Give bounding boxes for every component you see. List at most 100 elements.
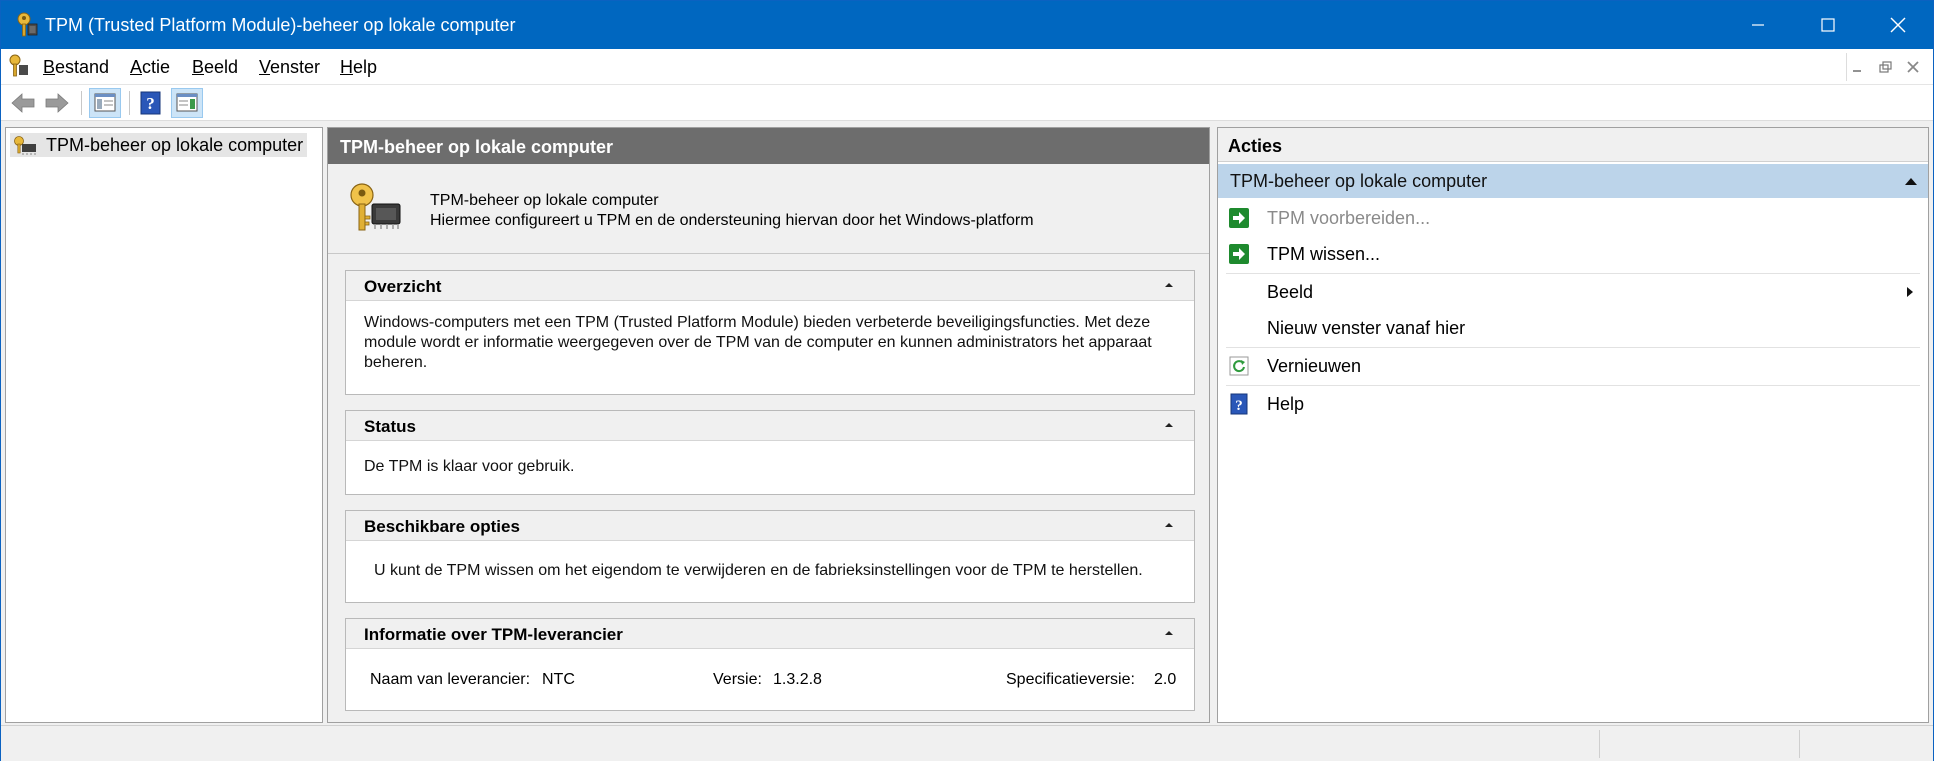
system-menu-icon[interactable] xyxy=(7,54,29,78)
show-hide-action-pane-button[interactable] xyxy=(171,88,203,118)
menu-help-label: elp xyxy=(353,57,378,77)
tree-item-label: TPM-beheer op lokale computer xyxy=(46,134,304,155)
action-help-label: Help xyxy=(1267,394,1305,414)
menu-bar: Bestand Actie Beeld Venster Help xyxy=(1,49,1933,85)
section-options-header[interactable]: Beschikbare opties xyxy=(346,511,1194,541)
section-overview-header[interactable]: Overzicht xyxy=(346,271,1194,301)
title-bar[interactable]: TPM (Trusted Platform Module)-beheer op … xyxy=(1,1,1933,49)
results-pane-body: TPM-beheer op lokale computer Hiermee co… xyxy=(328,164,1209,722)
menu-actie-label: ctie xyxy=(142,57,171,77)
console-tree-icon xyxy=(94,93,116,112)
action-clear-tpm-label: TPM wissen... xyxy=(1267,244,1381,264)
tree-item-tpm-management[interactable]: TPM-beheer op lokale computer xyxy=(10,133,308,157)
menu-bestand-accel: B xyxy=(43,57,56,77)
action-view[interactable]: Beeld xyxy=(1218,274,1928,310)
show-hide-tree-button[interactable] xyxy=(89,88,121,118)
toolbar-separator xyxy=(81,91,82,115)
collapse-caret-icon[interactable] xyxy=(1164,629,1174,637)
close-button[interactable] xyxy=(1863,1,1933,49)
submenu-arrow-icon xyxy=(1907,287,1913,297)
section-status-title: Status xyxy=(364,417,416,436)
vendor-version-value: 1.3.2.8 xyxy=(773,671,822,688)
collapse-caret-icon[interactable] xyxy=(1164,521,1174,529)
tpm-snapin-icon xyxy=(14,136,36,155)
tpm-key-icon xyxy=(17,12,38,37)
green-arrow-icon xyxy=(1229,208,1249,228)
menu-venster[interactable]: Venster xyxy=(259,57,320,78)
mmc-window: TPM (Trusted Platform Module)-beheer op … xyxy=(0,0,1934,761)
snapin-intro: TPM-beheer op lokale computer Hiermee co… xyxy=(328,164,1209,254)
window-title: TPM (Trusted Platform Module)-beheer op … xyxy=(45,15,516,35)
toolbar: ? xyxy=(1,85,1933,121)
actions-group-title: TPM-beheer op lokale computer xyxy=(1230,171,1488,191)
intro-description: Hiermee configureert u TPM en de onderst… xyxy=(430,212,1034,229)
section-overview-title: Overzicht xyxy=(364,277,442,296)
status-bar-separator xyxy=(1799,730,1800,758)
section-vendor-info: Informatie over TPM-leverancier Naam van… xyxy=(345,618,1195,711)
refresh-icon xyxy=(1229,356,1249,376)
vendor-info-row: Naam van leverancier: NTC Versie: 1.3.2.… xyxy=(346,669,1194,693)
console-tree-pane[interactable]: TPM-beheer op lokale computer xyxy=(5,127,323,723)
section-options-body: U kunt de TPM wissen om het eigendom te … xyxy=(374,562,1143,579)
menu-help[interactable]: Help xyxy=(340,57,377,78)
vendor-version-label: Versie: xyxy=(713,671,762,688)
svg-text:?: ? xyxy=(1235,398,1243,414)
menu-beeld[interactable]: Beeld xyxy=(192,57,238,78)
menu-venster-label: enster xyxy=(270,57,321,77)
collapse-caret-icon[interactable] xyxy=(1164,421,1174,429)
section-overview: Overzicht Windows-computers met een TPM … xyxy=(345,270,1195,395)
section-vendor-header[interactable]: Informatie over TPM-leverancier xyxy=(346,619,1194,649)
svg-text:?: ? xyxy=(146,94,155,113)
menu-bestand-label: estand xyxy=(55,57,110,77)
action-new-window-label: Nieuw venster vanaf hier xyxy=(1267,318,1466,338)
menu-actie-accel: A xyxy=(130,57,143,77)
section-available-options: Beschikbare opties U kunt de TPM wissen … xyxy=(345,510,1195,603)
child-restore-icon[interactable] xyxy=(1875,57,1895,77)
section-status-header[interactable]: Status xyxy=(346,411,1194,441)
action-refresh-label: Vernieuwen xyxy=(1267,356,1362,376)
vendor-spec-label: Specificatieversie: xyxy=(1006,671,1135,688)
action-view-label: Beeld xyxy=(1267,282,1314,302)
section-options-title: Beschikbare opties xyxy=(364,517,520,536)
child-minimize-icon[interactable] xyxy=(1847,57,1867,77)
action-new-window[interactable]: Nieuw venster vanaf hier xyxy=(1218,310,1928,346)
menu-actie[interactable]: Actie xyxy=(130,57,170,78)
maximize-icon xyxy=(1821,18,1835,32)
actions-group-header[interactable]: TPM-beheer op lokale computer xyxy=(1218,164,1928,198)
vendor-spec-value: 2.0 xyxy=(1154,671,1177,688)
close-icon xyxy=(1890,17,1906,33)
intro-title: TPM-beheer op lokale computer xyxy=(430,192,659,209)
menu-beeld-label: eeld xyxy=(204,57,239,77)
action-help[interactable]: ? Help xyxy=(1218,386,1928,422)
actions-pane-header: Acties xyxy=(1218,128,1928,162)
maximize-button[interactable] xyxy=(1793,1,1863,49)
results-pane-header: TPM-beheer op lokale computer xyxy=(328,128,1209,164)
menu-help-accel: H xyxy=(340,57,353,77)
forward-arrow-icon[interactable] xyxy=(43,90,71,116)
section-status: Status De TPM is klaar voor gebruik. xyxy=(345,410,1195,495)
menu-bestand[interactable]: Bestand xyxy=(43,57,109,78)
green-arrow-icon xyxy=(1229,244,1249,264)
back-arrow-icon[interactable] xyxy=(9,90,37,116)
collapse-caret-icon[interactable] xyxy=(1904,176,1918,186)
status-bar xyxy=(1,725,1933,761)
toolbar-separator xyxy=(129,91,130,115)
vendor-name-label: Naam van leverancier: xyxy=(370,671,531,688)
minimize-button[interactable] xyxy=(1723,1,1793,49)
actions-pane: Acties TPM-beheer op lokale computer TPM… xyxy=(1217,127,1929,723)
help-icon[interactable]: ? xyxy=(137,90,165,116)
action-prepare-tpm[interactable]: TPM voorbereiden... xyxy=(1218,200,1928,236)
section-vendor-title: Informatie over TPM-leverancier xyxy=(364,625,623,644)
collapse-caret-icon[interactable] xyxy=(1164,281,1174,289)
status-bar-separator xyxy=(1599,730,1600,758)
vendor-name-value: NTC xyxy=(542,671,575,688)
section-overview-body: Windows-computers met een TPM (Trusted P… xyxy=(364,314,1152,371)
child-close-icon[interactable] xyxy=(1903,57,1923,77)
tpm-chip-key-icon xyxy=(350,183,401,231)
menu-beeld-accel: B xyxy=(192,57,205,77)
help-icon: ? xyxy=(1230,393,1248,415)
action-clear-tpm[interactable]: TPM wissen... xyxy=(1218,236,1928,272)
action-prepare-tpm-label: TPM voorbereiden... xyxy=(1267,208,1431,228)
action-refresh[interactable]: Vernieuwen xyxy=(1218,348,1928,384)
section-status-body: De TPM is klaar voor gebruik. xyxy=(364,458,575,475)
